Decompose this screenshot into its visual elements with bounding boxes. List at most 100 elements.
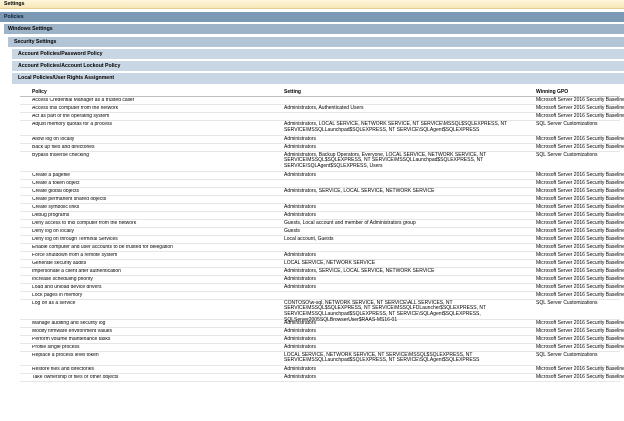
setting-cell: Administrators [284,283,316,290]
winning-gpo-cell: Microsoft Server 2016 Security Baseline [536,259,624,266]
security-settings-header[interactable]: Security Settings [8,37,624,47]
policy-cell: Generate security audits [32,260,87,266]
setting-cell: Guests, Local account and member of Admi… [284,219,416,226]
winning-gpo-cell: Microsoft Server 2016 Security Baseline [536,227,624,234]
winning-gpo-cell: Microsoft Server 2016 Security Baseline [536,171,624,178]
policy-cell: Take ownership of files or other objects [32,375,119,380]
table-row: Force shutdown from a remote system Admin… [20,251,624,260]
winning-gpo-cell: SQL Server Customizations [536,351,598,358]
policies-header[interactable]: Policies [0,12,624,22]
winning-gpo-cell: Microsoft Server 2016 Security Baseline [536,343,624,350]
table-row: Restore files and directories Administrat… [20,366,624,374]
policy-cell: Access Credential Manager as a trusted c… [32,98,135,103]
winning-gpo-cell: Microsoft Server 2016 Security Baseline [536,235,624,242]
setting-cell: Administrators [284,374,316,380]
table-row: Generate security audits LOCAL SERVICE, N… [20,259,624,268]
policy-cell: Deny access to this computer from the ne… [32,220,137,226]
policy-cell: Create a pagefile [32,172,71,178]
table-row: Access this computer from the network Adm… [20,105,624,113]
policy-cell: Enable computer and user accounts to be … [32,244,173,250]
winning-gpo-cell: Microsoft Server 2016 Security Baseline [536,366,624,372]
table-row: Impersonate a client after authenticatio… [20,267,624,276]
winning-gpo-cell: Microsoft Server 2016 Security Baseline [536,374,624,380]
table-row: Bypass traverse checking Administrators, … [20,152,620,172]
column-header-policy: Policy [32,89,47,95]
policy-cell: Bypass traverse checking [32,152,89,158]
policy-cell: Replace a process level token [32,352,99,358]
winning-gpo-cell: Microsoft Server 2016 Security Baseline [536,203,624,210]
policy-cell: Adjust memory quotas for a process [32,122,113,127]
table-row: Back up files and directories Administrat… [20,143,624,152]
winning-gpo-cell: Microsoft Server 2016 Security Baseline [536,113,624,119]
setting-cell: Administrators [284,135,316,142]
table-row: Access Credential Manager as a trusted c… [20,97,624,105]
winning-gpo-cell: SQL Server Customizations [536,121,598,127]
setting-cell: Administrators [284,171,316,178]
winning-gpo-cell: Microsoft Server 2016 Security Baseline [536,97,624,103]
setting-cell: Administrators, SERVICE, LOCAL SERVICE, … [284,267,435,274]
table-row: Debug programs Administrators Microsoft Se… [20,211,624,220]
policies-title: Policies [4,14,24,20]
table-row: Perform volume maintenance tasks Administ… [20,335,624,344]
lockout-policy-title: Account Policies/Account Lockout Policy [18,63,121,69]
table-row: Lock pages in memory Microsoft Server 201… [20,291,624,300]
winning-gpo-cell: Microsoft Server 2016 Security Baseline [536,243,624,250]
windows-settings-header[interactable]: Windows Settings [4,24,624,34]
policy-cell: Restore files and directories [32,367,94,372]
policy-cell: Force shutdown from a remote system [32,252,118,258]
setting-cell: Guests [284,227,300,234]
column-header-setting: Setting [284,89,301,95]
winning-gpo-cell: Microsoft Server 2016 Security Baseline [536,327,624,334]
windows-settings-title: Windows Settings [8,26,53,32]
policy-cell: Create symbolic links [32,204,80,210]
winning-gpo-cell: Microsoft Server 2016 Security Baseline [536,335,624,342]
table-row: Create global objects Administrators, SER… [20,187,624,196]
lockout-policy-header[interactable]: Account Policies/Account Lockout Policy [12,61,624,71]
setting-cell: Administrators [284,319,316,326]
setting-cell: Administrators [284,327,316,334]
table-body: Access Credential Manager as a trusted c… [20,97,624,382]
setting-cell: Local account, Guests [284,235,334,242]
winning-gpo-cell: Microsoft Server 2016 Security Baseline [536,105,624,111]
policy-cell: Manage auditing and security log [32,320,106,326]
winning-gpo-cell: Microsoft Server 2016 Security Baseline [536,291,624,298]
setting-cell: LOCAL SERVICE, NETWORK SERVICE, NT SERVI… [284,351,480,364]
settings-header[interactable]: Settings [0,0,624,9]
winning-gpo-cell: Microsoft Server 2016 Security Baseline [536,143,624,150]
user-rights-header[interactable]: Local Policies/User Rights Assignment [12,73,624,84]
setting-cell: Administrators [284,203,316,210]
winning-gpo-cell: Microsoft Server 2016 Security Baseline [536,283,624,290]
table-row: Log on as a service CONTOSO\w-sql, NETWOR… [20,300,620,323]
password-policy-title: Account Policies/Password Policy [18,51,103,57]
setting-cell: Administrators, LOCAL SERVICE, NETWORK S… [284,121,508,133]
winning-gpo-cell: Microsoft Server 2016 Security Baseline [536,251,624,258]
table-row: Replace a process level token LOCAL SERVI… [20,351,620,366]
winning-gpo-cell: Microsoft Server 2016 Security Baseline [536,135,624,142]
table-row: Modify firmware environment values Admini… [20,327,624,336]
table-row: Create symbolic links Administrators Micro… [20,203,624,212]
setting-cell: Administrators, SERVICE, LOCAL SERVICE, … [284,187,435,194]
table-row: Deny log on locally Guests Microsoft Serve… [20,227,624,236]
policy-cell: Create global objects [32,188,79,194]
policy-cell: Create permanent shared objects [32,196,107,202]
user-rights-table: Policy Setting Winning GPO Access Creden… [20,88,624,382]
table-row: Increase scheduling priority Administrato… [20,276,624,284]
winning-gpo-cell: Microsoft Server 2016 Security Baseline [536,211,624,218]
user-rights-title: Local Policies/User Rights Assignment [18,75,115,81]
winning-gpo-cell: Microsoft Server 2016 Security Baseline [536,179,624,186]
policy-cell: Increase scheduling priority [32,276,93,282]
password-policy-header[interactable]: Account Policies/Password Policy [12,49,624,59]
table-row: Deny log on through Terminal Services Loc… [20,235,624,244]
setting-cell: Administrators [284,335,316,342]
winning-gpo-cell: SQL Server Customizations [536,151,598,158]
table-row: Profile single process Administrators Micr… [20,343,624,352]
setting-cell: Administrators [284,343,316,350]
setting-cell: Administrators [284,143,316,150]
setting-cell: Administrators [284,366,316,372]
table-row: Manage auditing and security log Administ… [20,319,624,328]
table-row: Deny access to this computer from the ne… [20,219,624,228]
table-row: Allow log on locally Administrators Micros… [20,135,624,144]
policy-cell: Debug programs [32,212,70,218]
table-row: Take ownership of files or other objects… [20,374,624,382]
policy-cell: Log on as a service [32,300,76,306]
